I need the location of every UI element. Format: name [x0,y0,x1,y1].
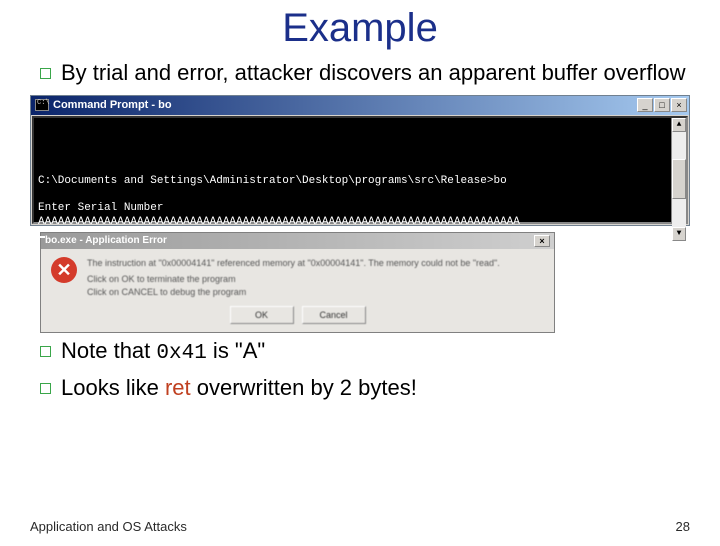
cmd-cursor [38,236,45,238]
cmd-body[interactable]: ▲ ▼ C:\Documents and Settings\Administra… [32,116,688,224]
maximize-button[interactable]: □ [654,98,670,112]
cmd-titlebar[interactable]: Command Prompt - bo _ □ × [31,96,689,115]
close-button[interactable]: × [671,98,687,112]
error-message: The instruction at "0x00004141" referenc… [87,257,500,299]
cmd-scrollbar[interactable]: ▲ ▼ [671,118,686,222]
slide-footer: Application and OS Attacks 28 [30,519,690,534]
b2-post: is "A" [207,338,265,363]
error-body: ✕ The instruction at "0x00004141" refere… [41,249,554,303]
ok-button[interactable]: OK [230,306,294,324]
cmd-line-3: Enter Serial Number [38,202,163,214]
minimize-button[interactable]: _ [637,98,653,112]
cancel-button[interactable]: Cancel [302,306,366,324]
cmd-line-4: AAAAAAAAAAAAAAAAAAAAAAAAAAAAAAAAAAAAAAAA… [38,216,520,228]
scroll-thumb[interactable] [672,159,686,199]
cmd-title-text: Command Prompt - bo [53,99,637,111]
footer-left: Application and OS Attacks [30,519,187,534]
cmd-icon [35,99,49,111]
b3-pre: Looks like [61,375,165,400]
bullet-3: Looks like ret overwritten by 2 bytes! [40,374,690,402]
scroll-down-button[interactable]: ▼ [672,227,686,241]
b3-post: overwritten by 2 bytes! [191,375,417,400]
slide-title: Example [0,6,720,51]
cmd-line-1: C:\Documents and Settings\Administrator\… [38,175,507,187]
error-msg-3: Click on CANCEL to debug the program [87,286,500,299]
error-msg-1: The instruction at "0x00004141" referenc… [87,257,500,270]
bullet-text: Looks like ret overwritten by 2 bytes! [61,374,690,402]
bullet-marker [40,346,51,357]
bullet-marker [40,383,51,394]
bullet-marker [40,68,51,79]
b2-code: 0x41 [156,342,206,365]
scroll-up-button[interactable]: ▲ [672,118,686,132]
b3-ret: ret [165,375,191,400]
scroll-track[interactable] [672,132,686,227]
b2-pre: Note that [61,338,156,363]
bullet-2: Note that 0x41 is "A" [40,337,690,367]
footer-page-number: 28 [676,519,690,534]
bullet-1: By trial and error, attacker discovers a… [40,59,690,87]
command-prompt-window: Command Prompt - bo _ □ × ▲ ▼ C:\Documen… [30,95,690,226]
bullet-text: Note that 0x41 is "A" [61,337,690,367]
error-msg-2: Click on OK to terminate the program [87,273,500,286]
bullet-text: By trial and error, attacker discovers a… [61,59,690,87]
error-button-row: OK Cancel [41,302,554,332]
